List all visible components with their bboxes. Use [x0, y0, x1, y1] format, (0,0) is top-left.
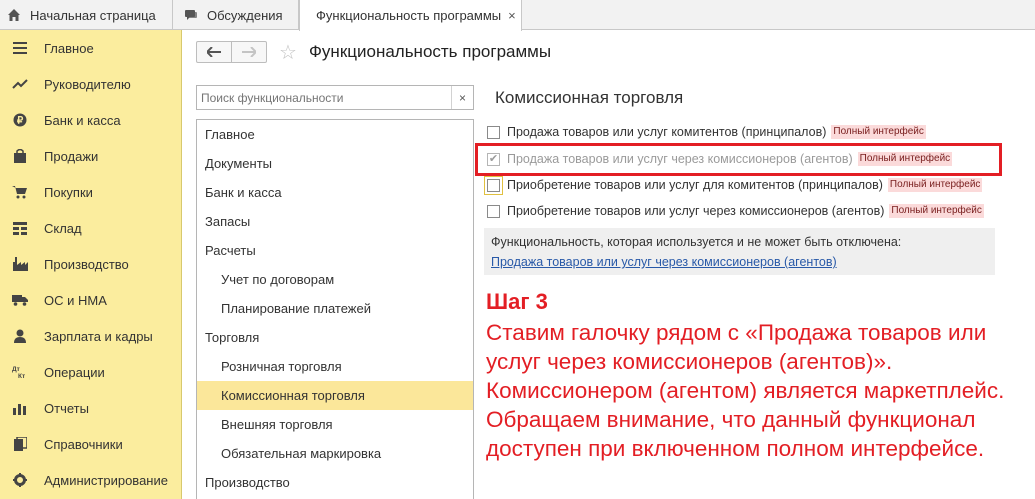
bar-chart-icon: [12, 400, 28, 416]
sidebar-item-production[interactable]: Производство: [0, 246, 182, 282]
sidebar-item-label: Администрирование: [44, 472, 168, 488]
sidebar-item-label: Отчеты: [44, 400, 89, 416]
sidebar-item-salary[interactable]: Зарплата и кадры: [0, 318, 182, 354]
sidebar-item-label: Покупки: [44, 184, 93, 200]
tree-item[interactable]: Учет по договорам: [197, 265, 473, 294]
tree-item-selected[interactable]: Комиссионная торговля: [197, 381, 473, 410]
full-interface-badge: Полный интерфейс: [887, 178, 983, 192]
chat-icon: [184, 8, 198, 22]
info-link[interactable]: Продажа товаров или услуг через комиссио…: [491, 255, 837, 269]
full-interface-badge: Полный интерфейс: [889, 204, 984, 218]
checkbox[interactable]: [484, 175, 503, 195]
search-box: ×: [196, 85, 474, 110]
sidebar-item-label: Производство: [44, 256, 129, 272]
sidebar-item-label: Главное: [44, 40, 94, 56]
svg-text:Кт: Кт: [18, 373, 25, 379]
option-label: Продажа товаров или услуг комитентов (пр…: [507, 125, 827, 139]
option-row[interactable]: Приобретение товаров или услуг для комит…: [484, 175, 983, 195]
person-icon: [12, 328, 28, 344]
tree-item[interactable]: Розничная торговля: [197, 352, 473, 381]
tree-item[interactable]: Запасы: [197, 207, 473, 236]
tree-item[interactable]: Банк и касса: [197, 178, 473, 207]
svg-text:Дт: Дт: [12, 366, 20, 373]
tree-item[interactable]: Документы: [197, 149, 473, 178]
full-interface-badge: Полный интерфейс: [831, 125, 926, 139]
forward-button[interactable]: [231, 41, 267, 63]
bag-icon: [12, 148, 28, 164]
section-title: Комиссионная торговля: [495, 88, 684, 107]
tab-home-label: Начальная страница: [30, 7, 156, 23]
close-icon[interactable]: ×: [508, 8, 516, 23]
info-box: Функциональность, которая используется и…: [484, 228, 995, 275]
sidebar-item-references[interactable]: Справочники: [0, 426, 182, 462]
sidebar-item-label: Зарплата и кадры: [44, 328, 153, 344]
highlight-annotation-box: [475, 143, 1002, 176]
tab-discussions-label: Обсуждения: [207, 7, 283, 23]
menu-icon: [12, 40, 28, 56]
tree-item[interactable]: Торговля: [197, 323, 473, 352]
coin-icon: ₽: [12, 112, 28, 128]
sidebar-item-operations[interactable]: Дт Кт Операции: [0, 354, 182, 390]
tree-item[interactable]: Планирование платежей: [197, 294, 473, 323]
sidebar-item-reports[interactable]: Отчеты: [0, 390, 182, 426]
truck-icon: [12, 292, 28, 308]
trend-icon: [12, 76, 28, 92]
book-icon: [12, 436, 28, 452]
sidebar-item-label: Продажи: [44, 148, 99, 164]
dt-kt-icon: Дт Кт: [12, 364, 28, 380]
clear-search-button[interactable]: ×: [451, 86, 473, 109]
tab-functionality-label: Функциональность программы: [316, 8, 502, 23]
sidebar: Главное Руководителю ₽ Банк и касса Прод…: [0, 30, 182, 499]
sidebar-item-administration[interactable]: Администрирование: [0, 462, 182, 498]
svg-text:₽: ₽: [17, 116, 24, 127]
option-row[interactable]: Продажа товаров или услуг комитентов (пр…: [487, 123, 926, 141]
tab-functionality[interactable]: Функциональность программы ×: [299, 0, 522, 31]
sidebar-item-main[interactable]: Главное: [0, 30, 182, 66]
sidebar-item-label: Справочники: [44, 436, 123, 452]
gear-icon: [12, 472, 28, 488]
arrow-left-icon: [205, 44, 221, 60]
step-text: Ставим галочку рядом с «Продажа товаров …: [486, 320, 1005, 461]
page-title: Функциональность программы: [309, 42, 552, 61]
sidebar-item-label: Руководителю: [44, 76, 131, 92]
step-title: Шаг 3: [486, 289, 548, 314]
sidebar-item-label: Банк и касса: [44, 112, 121, 128]
arrow-right-icon: [242, 44, 258, 60]
checkbox[interactable]: [487, 204, 500, 218]
sidebar-item-sales[interactable]: Продажи: [0, 138, 182, 174]
tree-item[interactable]: Расчеты: [197, 236, 473, 265]
sidebar-item-label: ОС и НМА: [44, 292, 107, 308]
checkbox[interactable]: [487, 125, 500, 139]
star-icon[interactable]: ☆: [279, 40, 297, 65]
tree-item[interactable]: Производство: [197, 468, 473, 497]
tree-item[interactable]: Обязательная маркировка: [197, 439, 473, 468]
sidebar-item-bank[interactable]: ₽ Банк и касса: [0, 102, 182, 138]
tab-home[interactable]: Начальная страница: [0, 0, 173, 30]
grid-icon: [12, 220, 28, 236]
tab-discussions[interactable]: Обсуждения: [173, 0, 299, 30]
option-label: Приобретение товаров или услуг для комит…: [507, 178, 883, 192]
tree-item[interactable]: Главное: [197, 120, 473, 149]
cart-icon: [12, 184, 28, 200]
sidebar-item-manager[interactable]: Руководителю: [0, 66, 182, 102]
tab-bar: Начальная страница Обсуждения Функционал…: [0, 0, 1035, 31]
sidebar-item-purchases[interactable]: Покупки: [0, 174, 182, 210]
sidebar-item-warehouse[interactable]: Склад: [0, 210, 182, 246]
sidebar-item-label: Операции: [44, 364, 105, 380]
option-row[interactable]: Приобретение товаров или услуг через ком…: [487, 202, 984, 220]
section-tree: Главное Документы Банк и касса Запасы Ра…: [196, 119, 474, 499]
tree-item[interactable]: Внешняя торговля: [197, 410, 473, 439]
info-text: Функциональность, которая используется и…: [491, 235, 902, 249]
option-label: Приобретение товаров или услуг через ком…: [507, 204, 885, 218]
search-input[interactable]: [197, 86, 452, 109]
sidebar-item-fixed-assets[interactable]: ОС и НМА: [0, 282, 182, 318]
sidebar-item-label: Склад: [44, 220, 82, 236]
factory-icon: [12, 256, 28, 272]
home-icon: [7, 8, 21, 22]
back-button[interactable]: [196, 41, 232, 63]
